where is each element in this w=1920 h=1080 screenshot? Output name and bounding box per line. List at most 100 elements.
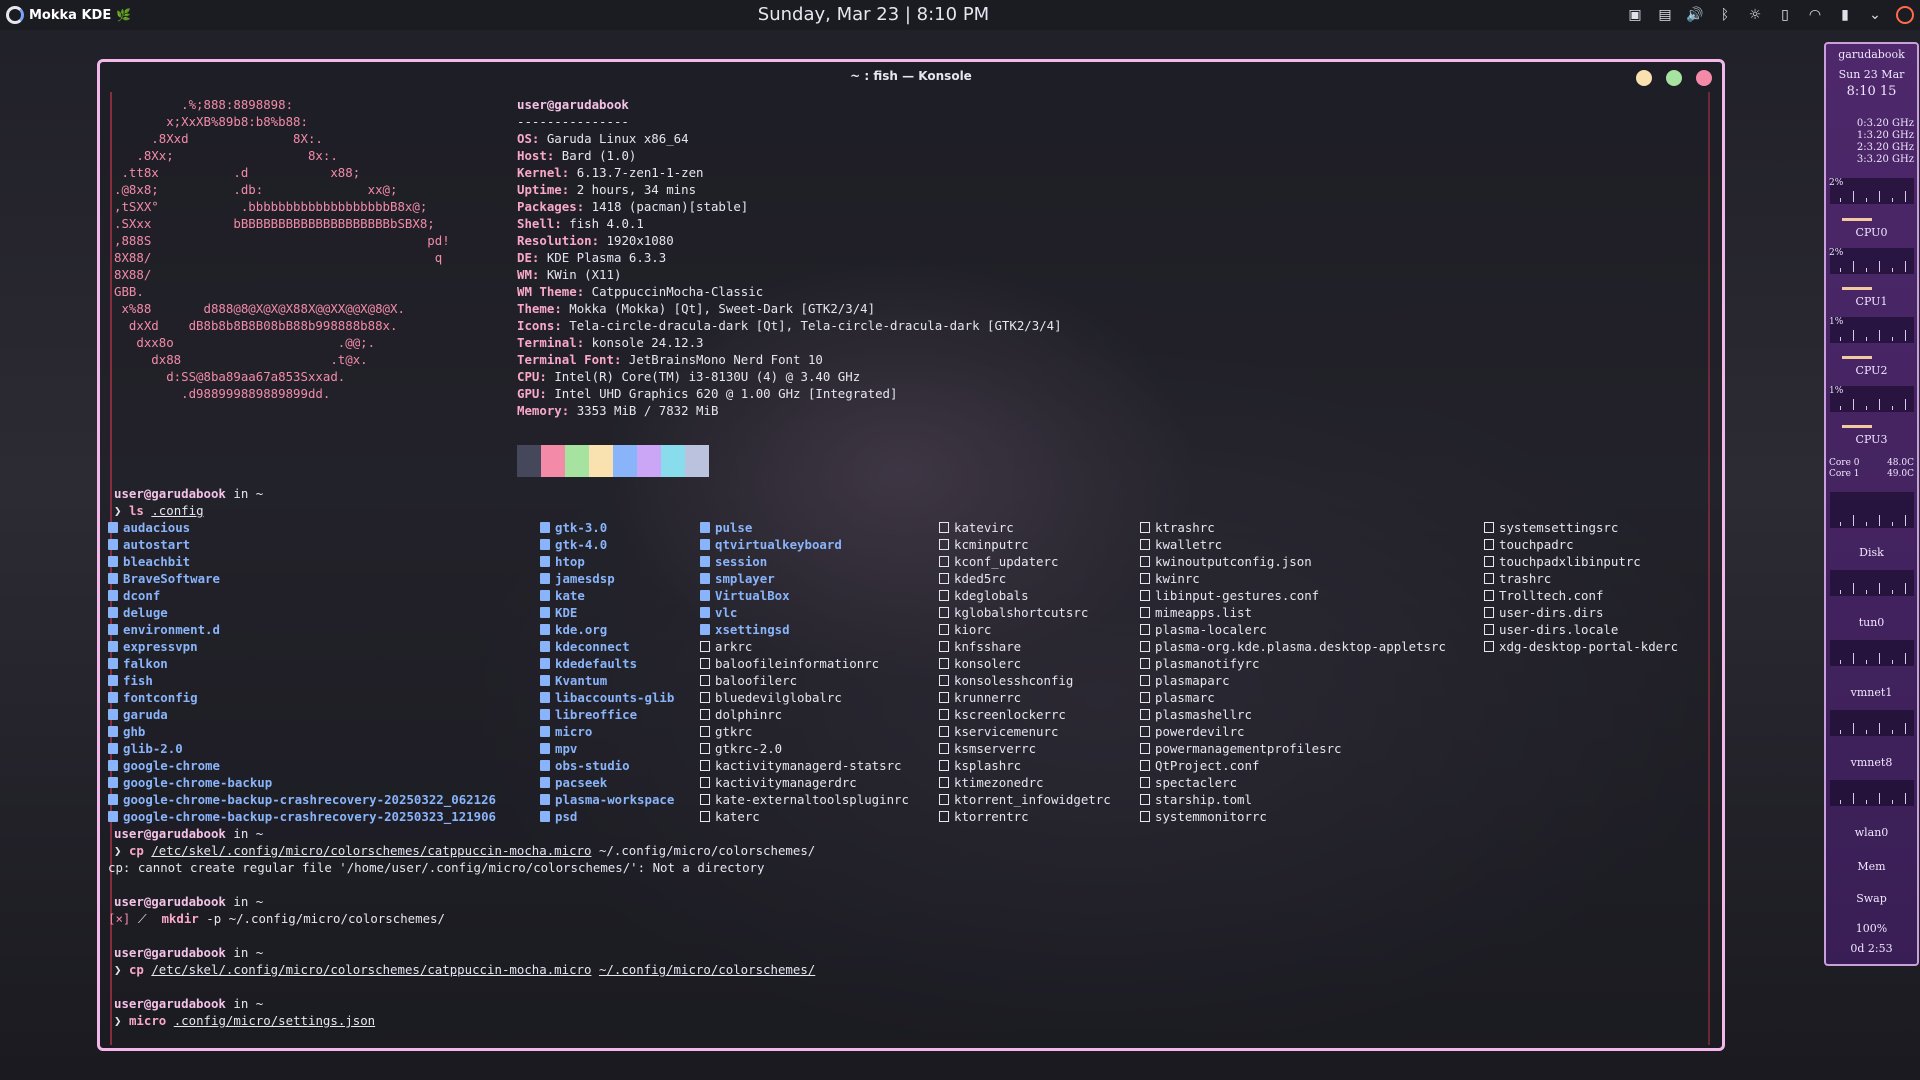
directory-entry: google-chrome-backup	[108, 774, 272, 791]
terminal-area[interactable]: .%;888:8898898: x;XxXB%89b8:b8%b88: .8Xx…	[108, 92, 1710, 1045]
directory-entry: autostart	[108, 536, 190, 553]
entry-name: deluge	[123, 605, 168, 620]
entry-name: kcminputrc	[954, 537, 1029, 552]
close-button[interactable]	[1696, 70, 1712, 86]
directory-entry: smplayer	[700, 570, 775, 587]
power-icon[interactable]	[1896, 6, 1914, 24]
file-entry: kwinoutputconfig.json	[1140, 553, 1312, 570]
entry-name: QtProject.conf	[1155, 758, 1260, 773]
file-icon	[1484, 624, 1494, 635]
fetch-info-row: Theme: Mokka (Mokka) [Qt], Sweet-Dark [G…	[517, 300, 875, 317]
fetch-separator: :	[576, 284, 592, 299]
file-icon	[700, 641, 710, 652]
fetch-value: Bard (1.0)	[561, 148, 637, 163]
file-entry: kwalletrc	[1140, 536, 1222, 553]
graph-spike	[1905, 653, 1906, 664]
entry-name: kglobalshortcutsrc	[954, 605, 1089, 620]
entry-name: glib-2.0	[123, 741, 183, 756]
brightness-icon[interactable]: ☼	[1746, 7, 1764, 23]
clipboard-icon[interactable]: ▣	[1626, 7, 1644, 23]
entry-name: starship.toml	[1155, 792, 1252, 807]
entry-name: plasmashellrc	[1155, 707, 1252, 722]
file-entry: ksmserverrc	[939, 740, 1036, 757]
prompt-line: user@garudabook in ~	[114, 944, 263, 961]
command-line: ❯ micro .config/micro/settings.json	[114, 1012, 375, 1029]
entry-name: google-chrome-backup-crashrecovery-20250…	[123, 792, 496, 807]
folder-icon	[700, 556, 710, 567]
cpu-freq: 1:3.20 GHz	[1856, 130, 1914, 141]
directory-entry: gtk-3.0	[540, 519, 607, 536]
file-entry: ktimezonedrc	[939, 774, 1044, 791]
graph-spike	[1866, 198, 1867, 202]
entry-name: qtvirtualkeyboard	[715, 537, 842, 552]
file-icon	[700, 811, 710, 822]
calendar-icon[interactable]: ▤	[1656, 7, 1674, 23]
directory-entry: VirtualBox	[700, 587, 790, 604]
file-entry: bluedevilglobalrc	[700, 689, 842, 706]
phone-icon[interactable]: ▯	[1776, 7, 1794, 23]
folder-icon	[540, 726, 550, 737]
folder-icon	[540, 590, 550, 601]
entry-name: touchpadrc	[1499, 537, 1574, 552]
file-icon	[939, 658, 949, 669]
entry-name: libinput-gestures.conf	[1155, 588, 1320, 603]
chevron-down-icon[interactable]: ⌄	[1866, 7, 1884, 23]
graph-spike	[1892, 522, 1893, 526]
entry-name: VirtualBox	[715, 588, 790, 603]
entry-name: user-dirs.locale	[1499, 622, 1619, 637]
file-entry: knfsshare	[939, 638, 1021, 655]
entry-name: powermanagementprofilesrc	[1155, 741, 1342, 756]
file-icon	[939, 726, 949, 737]
conky-monitor: garudabook Sun 23 Mar 8:10 15 0:3.20 GHz…	[1824, 42, 1919, 966]
directory-entry: mpv	[540, 740, 577, 757]
graph-spike	[1905, 583, 1906, 594]
file-entry: kdeglobals	[939, 587, 1029, 604]
window-titlebar[interactable]: ~ : fish — Konsole	[100, 62, 1722, 92]
file-entry: kconf_updaterc	[939, 553, 1058, 570]
fetch-value: KDE Plasma 6.3.3	[546, 250, 667, 265]
entry-name: ksplashrc	[954, 758, 1022, 773]
file-entry: mimeapps.list	[1140, 604, 1252, 621]
file-icon	[700, 709, 710, 720]
volume-icon[interactable]: 🔊	[1686, 7, 1704, 23]
graph-spike	[1879, 723, 1880, 734]
entry-name: powerdevilrc	[1155, 724, 1245, 739]
folder-icon	[108, 624, 118, 635]
battery-icon[interactable]: ▮	[1836, 7, 1854, 23]
cpu-bar	[1842, 218, 1872, 221]
prompt-user: user@garudabook	[114, 996, 226, 1011]
bluetooth-icon[interactable]: ᛒ	[1716, 7, 1734, 23]
graph-spike	[1879, 191, 1880, 202]
entry-name: fontconfig	[123, 690, 198, 705]
file-entry: xdg-desktop-portal-kderc	[1484, 638, 1678, 655]
graph-spike	[1905, 515, 1906, 526]
panel-clock[interactable]: Sunday, Mar 23 | 8:10 PM	[0, 4, 1747, 25]
entry-name: plasmarc	[1155, 690, 1215, 705]
wifi-icon[interactable]: ◠	[1806, 7, 1824, 23]
minimize-button[interactable]	[1636, 70, 1652, 86]
file-entry: kactivitymanagerdrc	[700, 774, 857, 791]
file-entry: user-dirs.dirs	[1484, 604, 1603, 621]
maximize-button[interactable]	[1666, 70, 1682, 86]
folder-icon	[108, 675, 118, 686]
file-icon	[700, 692, 710, 703]
entry-name: Kvantum	[555, 673, 608, 688]
file-entry: systemmonitorrc	[1140, 808, 1267, 825]
graph-spike	[1840, 800, 1841, 804]
file-entry: kservicemenurc	[939, 723, 1058, 740]
file-entry: arkrc	[700, 638, 752, 655]
fetch-info-row: CPU: Intel(R) Core(TM) i3-8130U (4) @ 3.…	[517, 368, 860, 385]
file-icon	[1484, 522, 1494, 533]
temp-value: 48.0C	[1887, 458, 1914, 468]
file-entry: plasma-localerc	[1140, 621, 1267, 638]
fetch-separator: :	[554, 318, 570, 333]
file-entry: katerc	[700, 808, 760, 825]
graph-spike	[1853, 330, 1854, 341]
entry-name: kiorc	[954, 622, 992, 637]
net-label: vmnet8	[1850, 756, 1893, 769]
ascii-art-line: x%88 d888@8@X@X@X88X@@XX@@X@8@X.	[114, 301, 405, 316]
file-icon	[939, 607, 949, 618]
command-line: [×] ⟋ mkdir -p ~/.config/micro/colorsche…	[108, 911, 445, 926]
entry-name: ktrashrc	[1155, 520, 1215, 535]
command-name: cp	[128, 843, 144, 858]
